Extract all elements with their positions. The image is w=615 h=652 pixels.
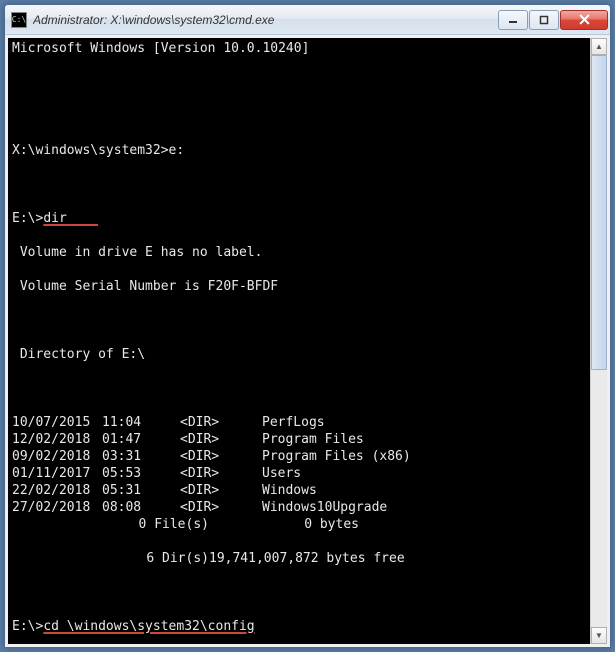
dir-entry: 10/07/201511:04<DIR>PerfLogs [12,414,586,431]
version-line: Microsoft Windows [Version 10.0.10240] [12,40,586,57]
dir-entry: 01/11/201705:53<DIR>Users [12,465,586,482]
dir-summary: 6 Dir(s)19,741,007,872 bytes free [12,550,586,567]
window-controls [498,10,608,30]
scrollbar-track[interactable] [591,55,607,627]
window-title: Administrator: X:\windows\system32\cmd.e… [33,13,498,27]
directory-listing: 10/07/201511:04<DIR>PerfLogs12/02/201801… [12,414,586,516]
prompt: E:\> [12,211,43,226]
cmd-icon: C:\ [11,12,27,28]
command: e: [169,143,185,158]
minimize-icon [508,15,518,25]
volume-serial: Volume Serial Number is F20F-BFDF [12,278,586,295]
vertical-scrollbar[interactable]: ▲ ▼ [590,38,607,644]
minimize-button[interactable] [498,10,528,30]
scroll-up-button[interactable]: ▲ [591,38,607,55]
dir-entry: 09/02/201803:31<DIR>Program Files (x86) [12,448,586,465]
command: cd \windows\system32\config [43,619,254,634]
scrollbar-thumb[interactable] [591,55,607,370]
cmd-window: C:\ Administrator: X:\windows\system32\c… [4,4,611,648]
dir-entry: 22/02/201805:31<DIR>Windows [12,482,586,499]
close-button[interactable] [560,10,608,30]
maximize-icon [539,15,549,25]
close-icon [579,14,590,25]
prompt: E:\> [12,619,43,634]
command: dir [43,211,66,226]
titlebar[interactable]: C:\ Administrator: X:\windows\system32\c… [5,5,610,35]
dir-entry: 12/02/201801:47<DIR>Program Files [12,431,586,448]
dir-entry: 27/02/201808:08<DIR>Windows10Upgrade [12,499,586,516]
scroll-down-button[interactable]: ▼ [591,627,607,644]
maximize-button[interactable] [529,10,559,30]
terminal-output[interactable]: Microsoft Windows [Version 10.0.10240] X… [8,38,590,644]
volume-label: Volume in drive E has no label. [12,244,586,261]
client-area: Microsoft Windows [Version 10.0.10240] X… [5,35,610,647]
file-summary: 0 File(s)0 bytes [12,516,586,533]
prompt: X:\windows\system32> [12,143,169,158]
directory-of: Directory of E:\ [12,346,586,363]
